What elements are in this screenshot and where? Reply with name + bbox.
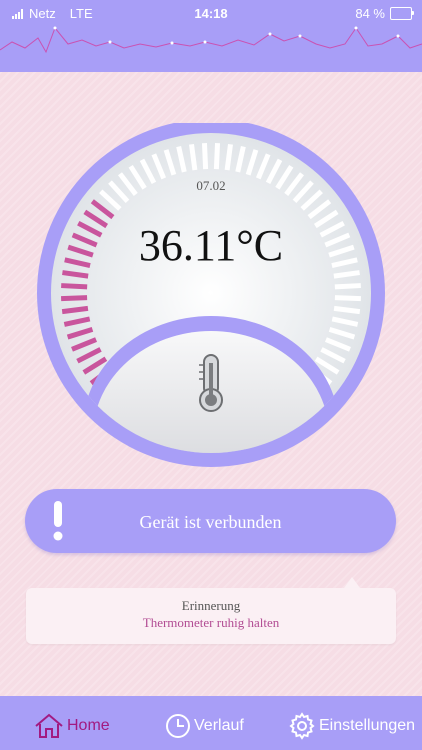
tab-home-label: Home: [67, 717, 110, 734]
gauge-tick: [333, 270, 360, 279]
battery-icon: [390, 7, 414, 20]
tab-home[interactable]: Home: [34, 713, 110, 738]
gauge-tick-active: [62, 270, 89, 279]
status-right: 84 %: [355, 6, 414, 21]
gauge-tick: [189, 143, 198, 171]
gauge-tick: [201, 143, 209, 170]
device-status-text: Gerät ist verbunden: [139, 512, 282, 532]
home-icon: [35, 713, 63, 738]
device-status-banner[interactable]: Gerät ist verbunden: [25, 489, 396, 553]
wave-decoration: [0, 26, 422, 54]
battery-percent: 84 %: [355, 6, 385, 21]
gauge-tick: [333, 305, 361, 315]
reminder-card: Erinnerung Thermometer ruhig halten: [26, 588, 396, 644]
gauge-tick-active: [61, 295, 88, 302]
reminder-message: Thermometer ruhig halten: [142, 615, 280, 630]
gear-icon: [289, 712, 315, 740]
gauge-tick: [224, 143, 233, 171]
tab-settings-label: Einstellungen: [319, 717, 416, 734]
reminder-tail: [344, 577, 360, 588]
reminder-title: Erinnerung: [181, 598, 241, 613]
tab-bar: Home Verlauf Einstellungen: [0, 696, 422, 750]
tab-history-label: Verlauf: [194, 717, 244, 734]
gauge-tick: [334, 283, 361, 290]
gauge-tick-active: [61, 305, 89, 315]
reading-date: 07.02: [196, 178, 226, 193]
temperature-gauge: [37, 123, 385, 467]
header: Netz LTE 14:18 84 %: [0, 0, 422, 72]
temperature-value: 36.11°C: [138, 221, 284, 270]
gauge-tick: [213, 143, 221, 170]
clock-icon: [166, 714, 190, 738]
tab-history[interactable]: Verlauf: [165, 714, 244, 738]
gauge-tick-active: [61, 283, 88, 290]
tab-settings[interactable]: Einstellungen: [288, 712, 416, 740]
gauge-tick: [334, 295, 361, 302]
